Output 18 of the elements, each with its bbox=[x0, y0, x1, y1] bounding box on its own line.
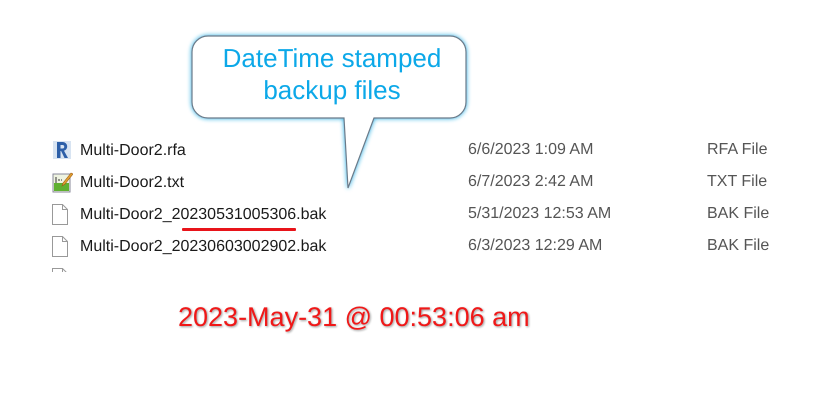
file-type: BAK File bbox=[707, 237, 770, 255]
notepad-icon bbox=[52, 172, 73, 192]
file-name[interactable]: Multi-Door2_20230531005306.bak bbox=[80, 204, 326, 232]
letter-r-icon bbox=[52, 140, 72, 160]
date-modified: 6/3/2023 12:29 AM bbox=[468, 237, 602, 255]
file-icon bbox=[52, 236, 68, 256]
callout-text: DateTime stamped backup files bbox=[222, 42, 442, 106]
timestamp-caption: 2023-May-31 @ 00:53:06 am bbox=[178, 302, 530, 333]
file-type: RFA File bbox=[707, 141, 768, 159]
date-modified: 6/6/2023 1:09 AM bbox=[468, 141, 594, 159]
date-modified: 5/31/2023 12:53 AM bbox=[468, 205, 612, 223]
file-type: BAK File bbox=[707, 205, 770, 223]
file-name[interactable]: Multi-Door2.rfa bbox=[80, 140, 186, 168]
file-type: TXT File bbox=[707, 173, 768, 191]
file-name[interactable]: Multi-Door2.txt bbox=[80, 172, 184, 200]
date-modified: 6/7/2023 2:42 AM bbox=[468, 173, 594, 191]
file-name[interactable]: Multi-Door2_20230603002902.bak bbox=[80, 236, 326, 264]
file-icon bbox=[52, 204, 68, 224]
